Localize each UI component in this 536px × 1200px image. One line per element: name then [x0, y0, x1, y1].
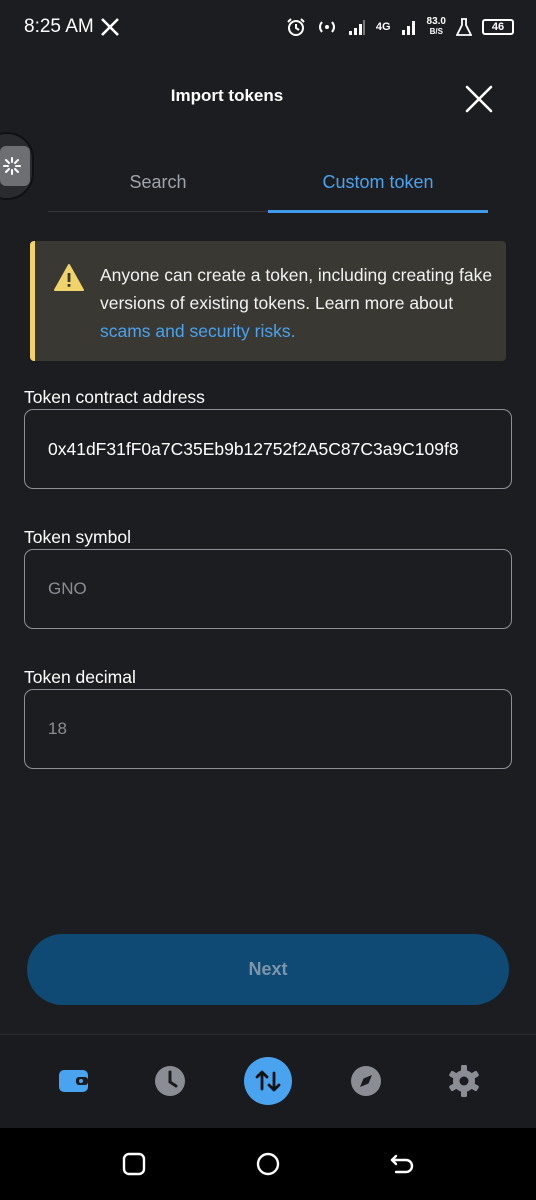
floating-account-avatar[interactable]: [0, 132, 34, 200]
status-time: 8:25 AM: [24, 16, 94, 37]
status-bar: 8:25 AM 4G 83.0 B/S 46: [0, 0, 536, 56]
clock-icon[interactable]: [146, 1057, 194, 1105]
back-icon[interactable]: [388, 1150, 416, 1178]
wallet-icon[interactable]: [50, 1057, 98, 1105]
symbol-label: Token symbol: [24, 527, 131, 547]
gear-icon[interactable]: [440, 1057, 488, 1105]
token-decimal-input[interactable]: 18: [24, 689, 512, 769]
net-speed: 83.0 B/S: [426, 16, 446, 37]
address-label: Token contract address: [24, 387, 205, 407]
swap-icon[interactable]: [244, 1057, 292, 1105]
tab-search[interactable]: Search: [48, 166, 268, 211]
compass-icon[interactable]: [342, 1057, 390, 1105]
hotspot-icon: [318, 21, 335, 33]
flask-icon: [456, 18, 472, 36]
page-title: Import tokens: [170, 86, 284, 105]
loading-spinner-icon: [3, 157, 21, 175]
bottom-nav: [0, 1034, 536, 1128]
decimal-label: Token decimal: [24, 667, 136, 687]
network-type: 4G: [375, 21, 391, 33]
x-app-icon: [101, 18, 119, 36]
tab-custom-token[interactable]: Custom token: [268, 166, 488, 213]
scams-link[interactable]: scams and security risks.: [100, 321, 295, 341]
recent-apps-icon[interactable]: [120, 1150, 148, 1178]
next-button[interactable]: Next: [27, 934, 509, 1005]
status-indicators: 4G 83.0 B/S 46: [286, 14, 514, 40]
system-nav-bar: [0, 1128, 536, 1200]
scam-warning-alert: Anyone can create a token, including cre…: [30, 241, 506, 361]
close-icon[interactable]: [462, 82, 496, 116]
alert-message: Anyone can create a token, including cre…: [100, 265, 493, 341]
signal-icon: [348, 20, 365, 35]
import-tabs: Search Custom token: [48, 166, 488, 213]
signal-icon-2: [401, 21, 415, 35]
alarm-icon: [287, 18, 305, 36]
warning-icon: [54, 264, 84, 291]
contract-address-input[interactable]: 0x41dF31fF0a7C35Eb9b12752f2A5C87C3a9C109…: [24, 409, 512, 489]
token-symbol-input[interactable]: GNO: [24, 549, 512, 629]
home-icon[interactable]: [254, 1150, 282, 1178]
battery-indicator: 46: [482, 19, 514, 35]
